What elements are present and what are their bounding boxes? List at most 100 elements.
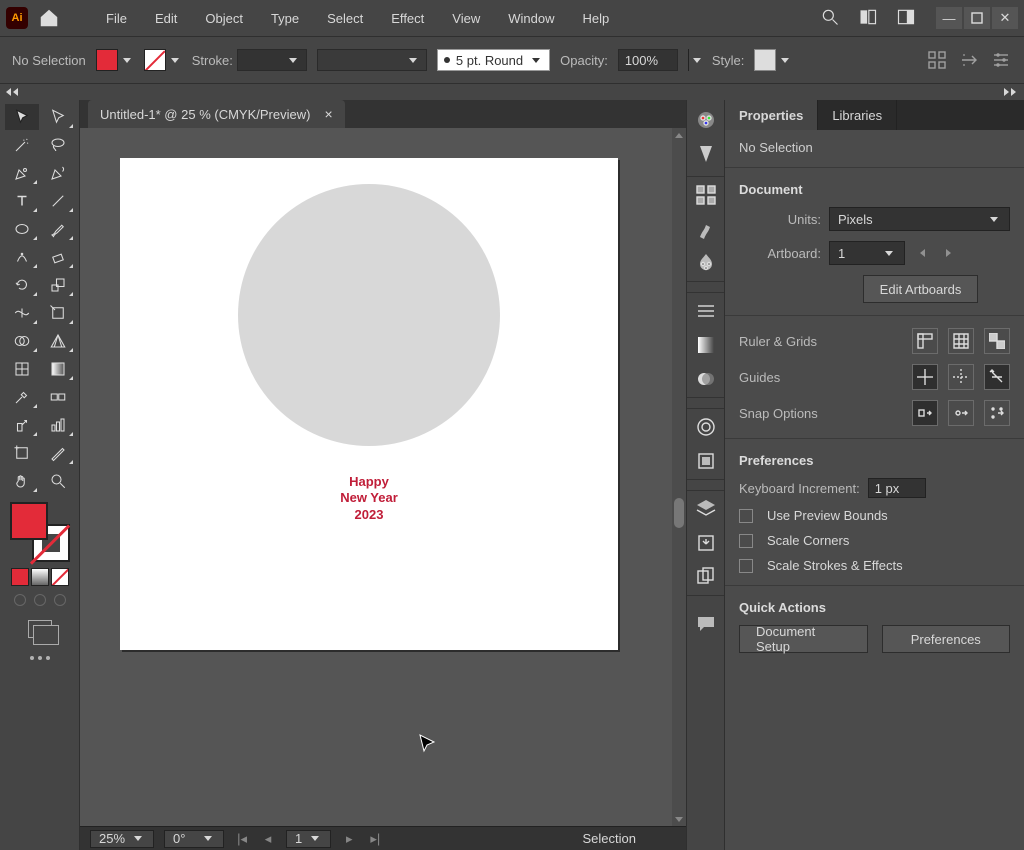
next-artboard-icon[interactable]: ▸ (341, 831, 357, 847)
first-artboard-icon[interactable]: |◂ (234, 831, 250, 847)
brushes-panel-icon[interactable] (694, 217, 718, 241)
edit-artboards-button[interactable]: Edit Artboards (863, 275, 979, 303)
prev-artboard-icon[interactable]: ◂ (260, 831, 276, 847)
symbol-sprayer-tool[interactable] (5, 412, 39, 438)
prev-artboard-button[interactable] (913, 244, 931, 262)
window-minimize-button[interactable]: — (936, 7, 962, 29)
scale-tool[interactable] (41, 272, 75, 298)
stroke-panel-icon[interactable] (694, 299, 718, 323)
color-guide-panel-icon[interactable] (694, 142, 718, 166)
layers-panel-icon[interactable] (694, 497, 718, 521)
stroke-weight-input[interactable] (237, 49, 307, 71)
slice-tool[interactable] (41, 440, 75, 466)
align-panel-icon[interactable] (926, 49, 948, 71)
transform-panel-icon[interactable] (958, 49, 980, 71)
rotation-field[interactable]: 0° (164, 830, 224, 848)
artboard-select[interactable]: 1 (829, 241, 905, 265)
transparency-panel-icon[interactable] (694, 367, 718, 391)
menu-effect[interactable]: Effect (377, 11, 438, 26)
artboards-panel-icon[interactable] (694, 565, 718, 589)
zoom-field[interactable]: 25% (90, 830, 154, 848)
snap-to-grid-icon[interactable] (984, 400, 1010, 426)
graphic-styles-panel-icon[interactable] (694, 449, 718, 473)
perspective-grid-tool[interactable] (41, 328, 75, 354)
asset-export-panel-icon[interactable] (694, 531, 718, 555)
canvas-viewport[interactable]: Happy New Year 2023 (80, 128, 686, 826)
use-preview-bounds-checkbox[interactable]: Use Preview Bounds (739, 508, 1010, 523)
graphic-style[interactable] (754, 49, 792, 71)
tab-libraries[interactable]: Libraries (818, 100, 897, 130)
home-icon[interactable] (38, 7, 60, 29)
vertical-scrollbar[interactable] (672, 128, 686, 826)
color-mode-swatches[interactable] (11, 568, 69, 586)
opacity-caret[interactable] (688, 49, 702, 71)
variable-width-profile[interactable] (317, 49, 427, 71)
gradient-tool[interactable] (41, 356, 75, 382)
zoom-tool[interactable] (41, 468, 75, 494)
grid-toggle-icon[interactable] (948, 328, 974, 354)
artwork-text[interactable]: Happy New Year 2023 (120, 474, 618, 523)
magic-wand-tool[interactable] (5, 132, 39, 158)
eraser-tool[interactable] (41, 244, 75, 270)
paintbrush-tool[interactable] (41, 216, 75, 242)
artboard-nav-field[interactable]: 1 (286, 830, 331, 848)
pen-tool[interactable] (5, 160, 39, 186)
artboard[interactable]: Happy New Year 2023 (120, 158, 618, 650)
collapse-toolbox-button[interactable] (0, 84, 80, 100)
type-tool[interactable] (5, 188, 39, 214)
workspace-icon[interactable] (896, 7, 916, 30)
comments-panel-icon[interactable] (694, 612, 718, 636)
keyboard-increment-input[interactable]: 1 px (868, 478, 926, 498)
hand-tool[interactable] (5, 468, 39, 494)
fill-swatch[interactable] (96, 49, 134, 71)
document-tab[interactable]: Untitled-1* @ 25 % (CMYK/Preview) × (88, 100, 345, 128)
width-tool[interactable] (5, 300, 39, 326)
transparency-grid-toggle-icon[interactable] (984, 328, 1010, 354)
free-transform-tool[interactable] (41, 300, 75, 326)
mesh-tool[interactable] (5, 356, 39, 382)
menu-file[interactable]: File (92, 11, 141, 26)
eyedropper-tool[interactable] (5, 384, 39, 410)
line-segment-tool[interactable] (41, 188, 75, 214)
screen-mode-icon[interactable] (28, 620, 52, 638)
shape-builder-tool[interactable] (5, 328, 39, 354)
menu-select[interactable]: Select (313, 11, 377, 26)
column-graph-tool[interactable] (41, 412, 75, 438)
scroll-up-icon[interactable] (672, 128, 686, 142)
menu-view[interactable]: View (438, 11, 494, 26)
blend-tool[interactable] (41, 384, 75, 410)
artwork-circle[interactable] (238, 184, 500, 446)
artboard-tool[interactable] (5, 440, 39, 466)
curvature-tool[interactable] (41, 160, 75, 186)
opacity-input[interactable]: 100% (618, 49, 678, 71)
menu-window[interactable]: Window (494, 11, 568, 26)
scale-strokes-checkbox[interactable]: Scale Strokes & Effects (739, 558, 1010, 573)
appearance-panel-icon[interactable] (694, 415, 718, 439)
menu-help[interactable]: Help (568, 11, 623, 26)
fill-stroke-indicator[interactable] (10, 502, 70, 562)
lasso-tool[interactable] (41, 132, 75, 158)
scroll-thumb[interactable] (674, 498, 684, 528)
snap-to-point-icon[interactable] (948, 400, 974, 426)
stroke-swatch[interactable] (144, 49, 182, 71)
next-artboard-button[interactable] (939, 244, 957, 262)
units-select[interactable]: Pixels (829, 207, 1010, 231)
snap-to-pixel-icon[interactable] (912, 400, 938, 426)
shaper-tool[interactable] (5, 244, 39, 270)
menu-edit[interactable]: Edit (141, 11, 191, 26)
menu-object[interactable]: Object (191, 11, 257, 26)
swatches-panel-icon[interactable] (694, 183, 718, 207)
edit-toolbar-button[interactable] (30, 656, 50, 660)
gradient-panel-icon[interactable] (694, 333, 718, 357)
guides-lock-icon[interactable] (948, 364, 974, 390)
direct-selection-tool[interactable] (41, 104, 75, 130)
last-artboard-icon[interactable]: ▸| (367, 831, 383, 847)
draw-mode-icons[interactable] (14, 594, 66, 606)
color-panel-icon[interactable] (694, 108, 718, 132)
scale-corners-checkbox[interactable]: Scale Corners (739, 533, 1010, 548)
preferences-button[interactable]: Preferences (882, 625, 1011, 653)
ellipse-tool[interactable] (5, 216, 39, 242)
symbols-panel-icon[interactable] (694, 251, 718, 275)
brush-definition[interactable]: 5 pt. Round (437, 49, 550, 71)
guides-visibility-icon[interactable] (912, 364, 938, 390)
